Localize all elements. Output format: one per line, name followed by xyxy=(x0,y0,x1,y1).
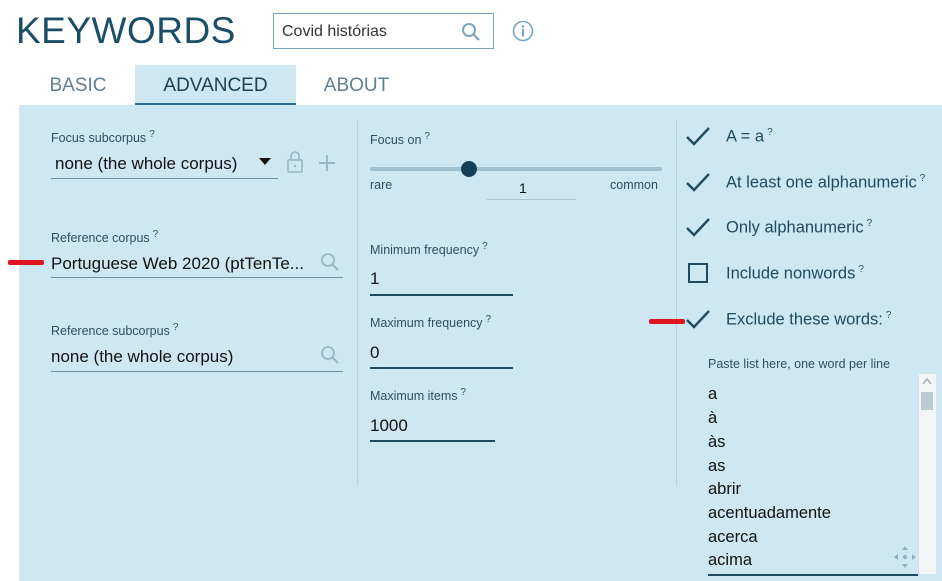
checkmark-icon[interactable] xyxy=(685,309,711,331)
checkmark-icon[interactable] xyxy=(685,217,711,239)
max-frequency-underline xyxy=(370,367,513,369)
info-icon[interactable] xyxy=(512,20,534,47)
column-divider xyxy=(357,120,358,486)
paste-list-label: Paste list here, one word per line xyxy=(708,357,891,371)
search-icon[interactable] xyxy=(461,22,481,47)
reference-subcorpus-underline xyxy=(51,371,343,372)
checkmark-icon[interactable] xyxy=(685,172,711,194)
search-icon[interactable] xyxy=(320,252,340,272)
reference-subcorpus-label: Reference subcorpus? xyxy=(51,322,179,339)
word-line: acima xyxy=(708,551,753,569)
tab-bar: BASIC ADVANCED ABOUT xyxy=(0,65,942,105)
tab-about[interactable]: ABOUT xyxy=(305,65,408,105)
focus-subcorpus-label: Focus subcorpus? xyxy=(51,129,155,146)
tab-advanced[interactable]: ADVANCED xyxy=(135,65,296,105)
min-frequency-label: Minimum frequency? xyxy=(370,241,488,258)
max-items-underline xyxy=(370,440,495,442)
reference-corpus-input[interactable]: Portuguese Web 2020 (ptTenTe... xyxy=(51,254,313,274)
empty-checkbox-icon[interactable] xyxy=(688,263,708,283)
search-input[interactable] xyxy=(282,21,452,43)
scroll-thumb[interactable] xyxy=(921,392,933,410)
word-line: à xyxy=(708,409,718,427)
focus-slider-thumb[interactable] xyxy=(461,161,477,177)
max-frequency-input[interactable]: 0 xyxy=(370,343,500,363)
resize-handle-icon[interactable] xyxy=(893,545,917,569)
app-title: KEYWORDS xyxy=(16,10,236,51)
red-annotation-mark xyxy=(649,319,685,324)
word-line: acentuadamente xyxy=(708,504,831,522)
chevron-down-icon[interactable] xyxy=(259,158,271,166)
slider-rare-label: rare xyxy=(370,178,393,192)
max-items-label: Maximum items? xyxy=(370,387,467,404)
word-line: às xyxy=(708,433,726,451)
textarea-underline xyxy=(708,574,918,576)
word-line: as xyxy=(708,457,726,475)
tab-basic[interactable]: BASIC xyxy=(30,65,126,105)
word-line: acerca xyxy=(708,528,758,546)
option-only-alphanumeric[interactable]: Only alphanumeric? xyxy=(726,218,872,238)
reference-corpus-label: Reference corpus? xyxy=(51,229,159,246)
column-divider xyxy=(676,120,677,486)
focus-on-label: Focus on? xyxy=(370,131,430,148)
search-box[interactable] xyxy=(273,13,494,49)
focus-value[interactable]: 1 xyxy=(519,180,527,196)
reference-subcorpus-input[interactable]: none (the whole corpus) xyxy=(51,347,313,367)
option-include-nonwords[interactable]: Include nonwords? xyxy=(726,264,864,284)
lock-icon[interactable] xyxy=(286,150,304,174)
red-annotation-mark xyxy=(8,260,44,265)
reference-corpus-underline xyxy=(51,277,343,278)
add-icon[interactable] xyxy=(318,154,336,172)
min-frequency-underline xyxy=(370,294,513,296)
option-exclude-words[interactable]: Exclude these words:? xyxy=(726,310,891,330)
word-line: a xyxy=(708,385,718,403)
search-icon[interactable] xyxy=(320,345,340,365)
scroll-up-arrow-icon[interactable] xyxy=(922,377,932,385)
max-items-input[interactable]: 1000 xyxy=(370,416,490,436)
focus-subcorpus-select[interactable]: none (the whole corpus) xyxy=(55,154,250,174)
word-line: abrir xyxy=(708,480,742,498)
option-at-least-one-alphanumeric[interactable]: At least one alphanumeric? xyxy=(726,173,925,193)
min-frequency-input[interactable]: 1 xyxy=(370,269,500,289)
slider-common-label: common xyxy=(610,178,658,192)
focus-subcorpus-underline xyxy=(51,178,278,179)
option-case-insensitive[interactable]: A = a? xyxy=(726,127,773,147)
checkmark-icon[interactable] xyxy=(685,126,711,148)
focus-slider-track[interactable] xyxy=(370,167,662,171)
max-frequency-label: Maximum frequency? xyxy=(370,314,492,331)
focus-value-underline xyxy=(487,199,576,200)
